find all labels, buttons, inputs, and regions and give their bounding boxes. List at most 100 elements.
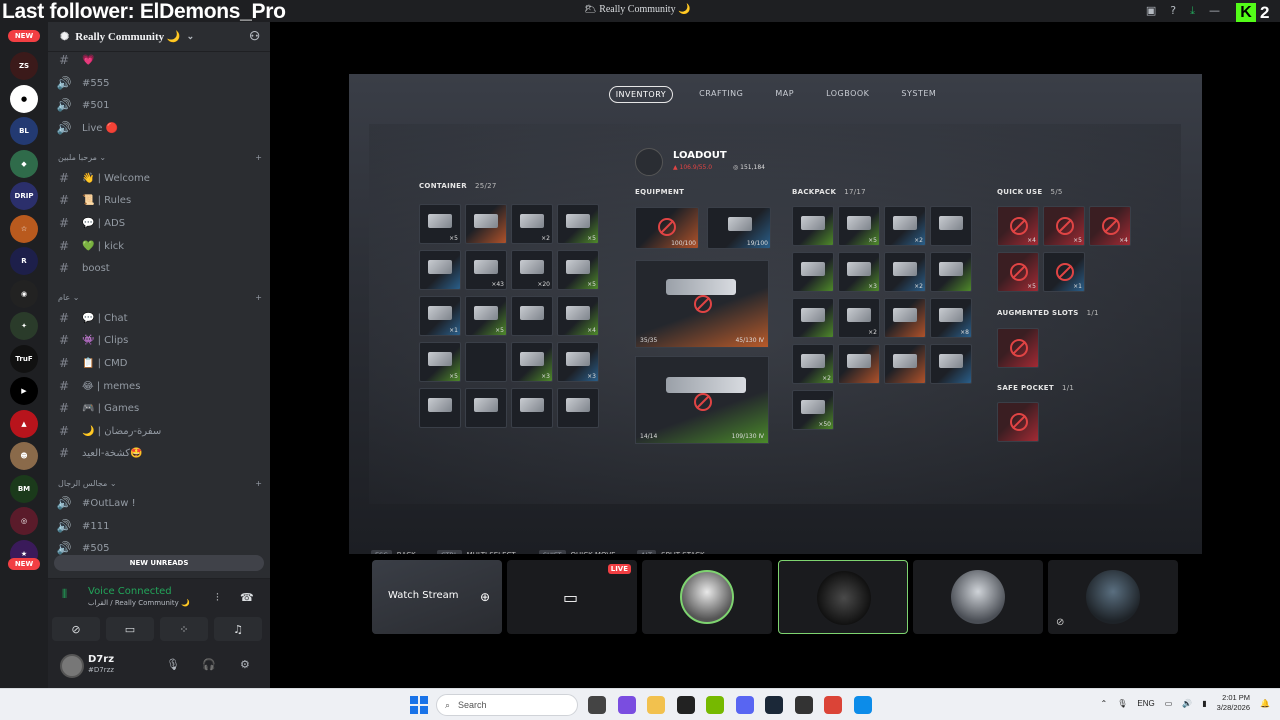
container-slot[interactable]: ×43: [465, 250, 507, 290]
channel-item[interactable]: # boost: [56, 258, 262, 278]
container-slot[interactable]: ×5: [419, 342, 461, 382]
channel-item[interactable]: 🔊 Live 🔴: [56, 118, 262, 138]
battery-icon[interactable]: ▮: [1202, 699, 1206, 708]
container-slot[interactable]: [465, 388, 507, 428]
container-slot[interactable]: [557, 388, 599, 428]
backpack-slot[interactable]: [884, 298, 926, 338]
equipment-slot-shield[interactable]: 19/100: [707, 207, 771, 249]
disconnect-icon[interactable]: ☎: [240, 591, 254, 604]
quick-use-slot[interactable]: ×5: [1043, 206, 1085, 246]
new-unreads-pill[interactable]: NEW UNREADS: [54, 555, 264, 571]
voice-channel[interactable]: القراب / Really Community 🌙: [88, 599, 190, 607]
game-tab-system[interactable]: SYSTEM: [895, 86, 942, 103]
file-explorer-icon[interactable]: [647, 696, 665, 714]
add-channel-icon[interactable]: +: [255, 293, 262, 302]
channel-item[interactable]: # 👾 | Clips: [56, 330, 262, 350]
camera-off-button[interactable]: ⊘: [52, 617, 100, 641]
server-icon-8[interactable]: ✦: [10, 312, 38, 340]
server-icon-9[interactable]: TruF: [10, 344, 38, 373]
quick-use-slot[interactable]: ×4: [997, 206, 1039, 246]
nvidia-icon[interactable]: [706, 696, 724, 714]
server-header[interactable]: ✺ Really Community 🌙 ⌄ ⚇: [48, 22, 270, 52]
server-icon-1[interactable]: ●: [10, 84, 38, 113]
server-icon-5[interactable]: ☆: [10, 214, 38, 243]
steam-icon[interactable]: [765, 696, 783, 714]
microphone-icon[interactable]: 🎙: [1117, 699, 1127, 708]
backpack-slot[interactable]: ×8: [930, 298, 972, 338]
noise-suppression-icon[interactable]: ⫶: [216, 591, 219, 605]
taskview-icon[interactable]: [588, 696, 606, 714]
backpack-slot[interactable]: ×5: [838, 206, 880, 246]
help-icon[interactable]: ?: [1170, 4, 1176, 18]
server-icon-13[interactable]: BM: [10, 474, 38, 503]
discord-icon[interactable]: [735, 696, 754, 714]
backpack-slot[interactable]: [792, 252, 834, 292]
backpack-slot[interactable]: [930, 344, 972, 384]
game-stream-view[interactable]: INVENTORY CRAFTING MAP LOGBOOK SYSTEM LOADOU…: [349, 74, 1202, 554]
add-channel-icon[interactable]: +: [255, 479, 262, 488]
game-icon[interactable]: [794, 696, 813, 714]
chevron-up-icon[interactable]: ⌃: [1101, 699, 1108, 708]
container-slot[interactable]: [419, 388, 461, 428]
backpack-slot[interactable]: [930, 206, 972, 246]
server-icon-4[interactable]: DRIP: [10, 182, 38, 210]
channel-item[interactable]: # كشخة-العيد🤩: [56, 443, 262, 463]
container-slot[interactable]: ×20: [511, 250, 553, 290]
container-slot[interactable]: [465, 342, 507, 382]
quick-use-slot[interactable]: ×5: [997, 252, 1039, 292]
settings-gear-icon[interactable]: ⚙: [240, 658, 250, 671]
channel-item[interactable]: # 📜 | Rules: [56, 190, 262, 210]
channel-item[interactable]: # 🎮 | Games: [56, 398, 262, 418]
channel-category[interactable]: عام ⌄ +: [58, 293, 262, 302]
channel-item[interactable]: 🔊 #111: [56, 516, 262, 536]
share-screen-button[interactable]: ▭: [106, 617, 154, 641]
server-icon-0[interactable]: ZS: [10, 52, 38, 80]
screen-share-tile[interactable]: LIVE ▭: [507, 560, 637, 634]
server-icon-10[interactable]: ▶: [10, 377, 38, 405]
backpack-slot[interactable]: ×2: [884, 252, 926, 292]
channel-item[interactable]: # 👋 | Welcome: [56, 168, 262, 188]
participant-tile-3[interactable]: [913, 560, 1043, 634]
game-tab-logbook[interactable]: LOGBOOK: [820, 86, 875, 103]
channel-item[interactable]: # 😂 | memes: [56, 376, 262, 396]
channel-category[interactable]: مرحبا ملبين ⌄ +: [58, 153, 262, 162]
backpack-slot[interactable]: ×50: [792, 390, 834, 430]
server-icon-2[interactable]: BL: [10, 117, 38, 145]
edge-icon[interactable]: [853, 696, 872, 714]
container-slot[interactable]: ×3: [557, 342, 599, 382]
container-slot[interactable]: ×5: [557, 204, 599, 244]
language-indicator[interactable]: ENG: [1137, 699, 1154, 708]
activities-button[interactable]: ⁘: [160, 617, 208, 641]
container-slot[interactable]: ×5: [419, 204, 461, 244]
augmented-slot[interactable]: [997, 328, 1039, 368]
weapon-slot-1[interactable]: 35/35 45/130 Ⅳ: [635, 260, 769, 348]
quick-use-slot[interactable]: ×4: [1089, 206, 1131, 246]
backpack-slot[interactable]: [884, 344, 926, 384]
server-icon-3[interactable]: ◆: [10, 149, 38, 178]
server-icon-11[interactable]: ▲: [10, 409, 38, 438]
channel-item[interactable]: # 💗: [56, 50, 262, 70]
copilot-icon[interactable]: [617, 696, 636, 714]
channel-item[interactable]: # 📋 | CMD: [56, 353, 262, 373]
watch-stream-tile[interactable]: Watch Stream ⊕: [372, 560, 502, 634]
add-channel-icon[interactable]: +: [255, 153, 262, 162]
container-slot[interactable]: ×4: [557, 296, 599, 336]
container-slot[interactable]: [419, 250, 461, 290]
backpack-slot[interactable]: [838, 344, 880, 384]
chrome-icon[interactable]: [824, 696, 842, 714]
channel-item[interactable]: # 💚 | kick: [56, 236, 262, 256]
network-icon[interactable]: ▭: [1165, 699, 1173, 708]
notification-icon[interactable]: 🔔: [1260, 699, 1270, 708]
channel-item[interactable]: 🔊 #OutLaw !: [56, 493, 262, 513]
container-slot[interactable]: ×5: [557, 250, 599, 290]
equipment-slot-augment[interactable]: 100/100: [635, 207, 699, 249]
backpack-slot[interactable]: ×2: [792, 344, 834, 384]
inbox-icon[interactable]: ▣: [1146, 4, 1156, 18]
container-slot[interactable]: ×5: [465, 296, 507, 336]
zoom-icon[interactable]: ⊕: [480, 590, 490, 604]
new-pill-bottom[interactable]: NEW: [8, 558, 40, 570]
container-slot[interactable]: [511, 388, 553, 428]
quick-use-slot[interactable]: ×1: [1043, 252, 1085, 292]
participant-tile-1[interactable]: [642, 560, 772, 634]
avatar[interactable]: [60, 654, 84, 678]
